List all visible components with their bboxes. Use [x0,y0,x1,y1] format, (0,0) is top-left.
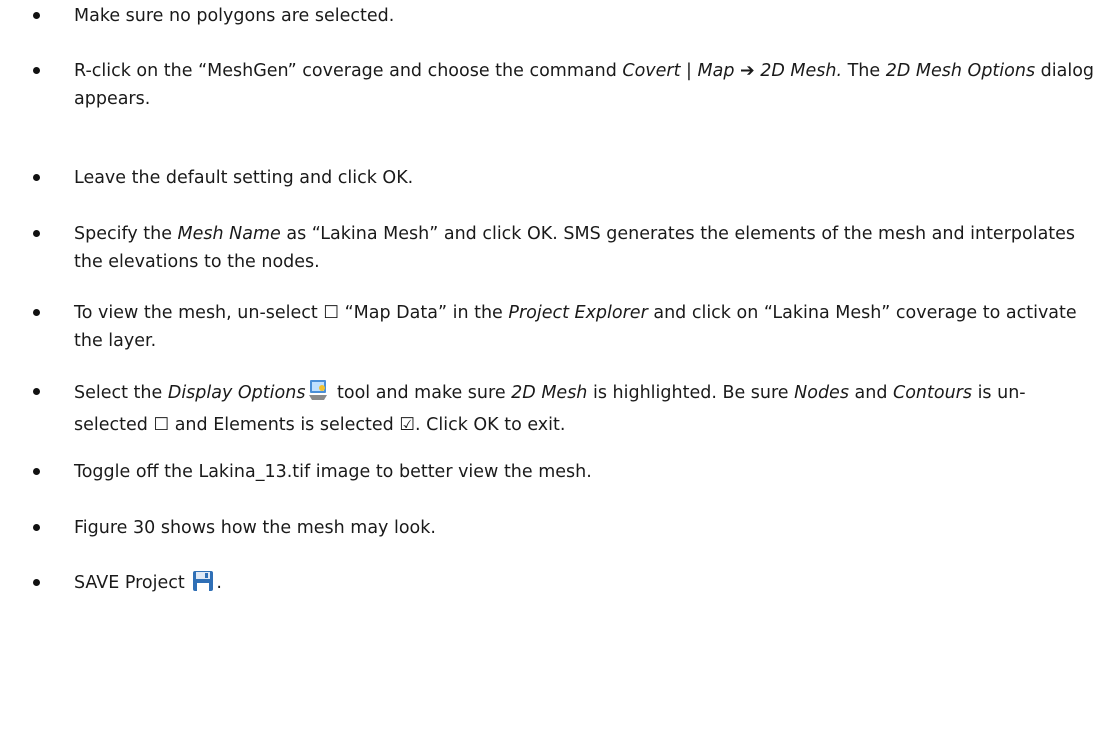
bullet-icon [33,174,40,181]
text-run: “Map Data” in the [339,303,509,323]
text-run: Contours [893,383,972,403]
checkbox-glyph: ☑ [399,415,416,435]
step-text: SAVE Project . [74,569,1099,601]
bullet-icon [33,388,40,395]
text-run: Figure 30 shows how the mesh may look. [74,518,436,538]
text-run: 2D Mesh [511,383,588,403]
text-run: Display Options [167,383,306,403]
text-run: Specify the [74,224,178,244]
document-page: Make sure no polygons are selected. R-cli… [0,0,1114,750]
text-run: 2D Mesh. [754,61,843,81]
text-run: Nodes [794,383,849,403]
bullet-icon [33,230,40,237]
text-run: Make sure no polygons are selected. [74,6,395,26]
text-run: and [848,383,893,403]
step-text: Specify the Mesh Name as “Lakina Mesh” a… [74,220,1099,276]
bullet-icon [33,67,40,74]
checkbox-glyph: ☐ [323,303,340,323]
text-run: . [216,573,222,593]
text-run: The [842,61,886,81]
text-run: Toggle off the Lakina_13.tif image to be… [74,462,592,482]
checkbox-glyph: ☐ [153,415,170,435]
bullet-icon [33,524,40,531]
bullet-icon [33,579,40,586]
text-run: To view the mesh, un-select [74,303,324,323]
step-text: To view the mesh, un-select ☐ “Map Data”… [74,299,1099,355]
text-run: and Elements is selected [169,415,400,435]
text-run: Mesh Name [177,224,281,244]
text-run: Select the [74,383,168,403]
bullet-icon [33,12,40,19]
step-text: Select the Display Options tool and make… [74,378,1099,439]
step-text: R-click on the “MeshGen” coverage and ch… [74,57,1099,113]
text-run: 2D Mesh Options [885,61,1036,81]
save-icon [192,570,214,601]
bullet-icon [33,309,40,316]
text-run: Project Explorer [508,303,648,323]
text-run: is highlighted. Be sure [587,383,795,403]
step-text: Make sure no polygons are selected. [74,2,1099,30]
text-run: ➔ [740,61,755,81]
text-run: SAVE Project [74,573,191,593]
text-run: Leave the default setting and click OK. [74,168,414,188]
text-run: R-click on the “MeshGen” coverage and ch… [74,61,623,81]
step-text: Figure 30 shows how the mesh may look. [74,514,1099,542]
step-text: Toggle off the Lakina_13.tif image to be… [74,458,1099,486]
display-options-icon [307,378,329,411]
text-run: . Click OK to exit. [415,415,566,435]
bullet-icon [33,468,40,475]
step-text: Leave the default setting and click OK. [74,164,1099,192]
text-run: Covert | Map [622,61,740,81]
text-run: tool and make sure [331,383,512,403]
